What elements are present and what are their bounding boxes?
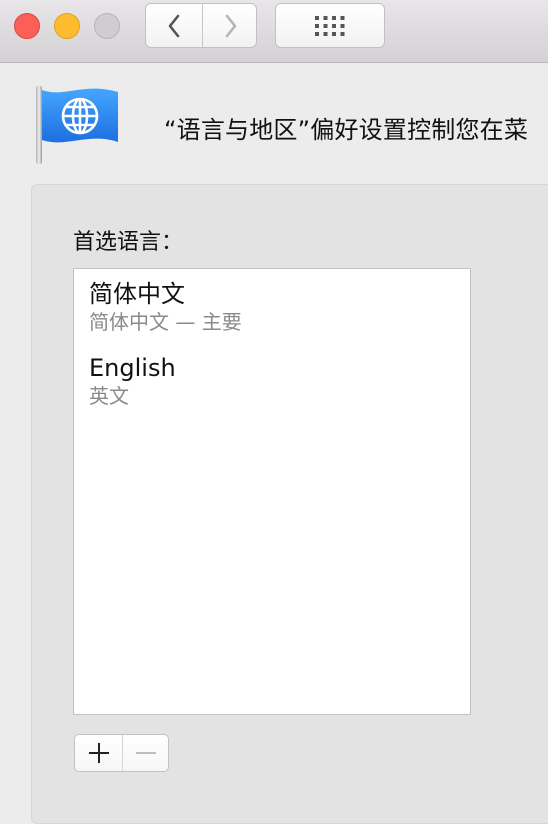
language-item-chinese[interactable]: 简体中文 简体中文 — 主要: [89, 279, 242, 335]
window-toolbar: [0, 0, 548, 63]
add-remove-controls: [74, 734, 169, 772]
minimize-button[interactable]: [54, 13, 80, 39]
language-subtitle: 简体中文 — 主要: [89, 310, 242, 334]
navigation-buttons: [145, 3, 257, 48]
language-name: 简体中文: [89, 280, 185, 308]
language-subtitle: 英文: [89, 384, 129, 408]
language-item-english[interactable]: English 英文: [89, 353, 176, 409]
back-button[interactable]: [146, 4, 201, 47]
show-all-button[interactable]: [275, 3, 385, 48]
grid-icon: [315, 15, 345, 36]
language-region-icon: [34, 84, 124, 170]
plus-icon: [88, 743, 109, 763]
chevron-left-icon: [168, 14, 179, 37]
preferred-languages-list[interactable]: 简体中文 简体中文 — 主要 English 英文: [73, 268, 471, 715]
remove-language-button[interactable]: [122, 735, 168, 771]
close-button[interactable]: [14, 13, 40, 39]
forward-button[interactable]: [202, 4, 256, 47]
pane-description: “语言与地区”偏好设置控制您在菜: [164, 116, 529, 144]
preferred-languages-label: 首选语言：: [73, 230, 184, 255]
language-name: English: [89, 354, 176, 382]
zoom-button[interactable]: [94, 13, 120, 39]
minus-icon: [135, 752, 156, 754]
add-language-button[interactable]: [75, 735, 123, 771]
chevron-right-icon: [225, 14, 236, 37]
